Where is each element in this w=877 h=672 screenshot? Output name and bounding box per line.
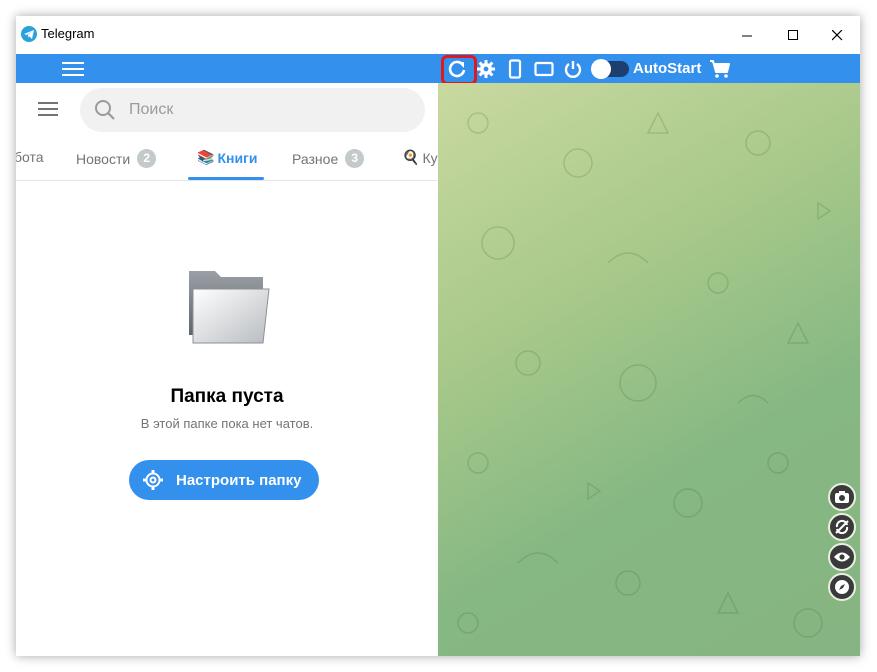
gear-icon <box>143 470 163 490</box>
books-emoji-icon: 📚 <box>197 149 215 165</box>
autostart-label: AutoStart <box>633 60 702 77</box>
title-bar: Telegram <box>16 16 860 54</box>
cooking-emoji-icon: 🍳 <box>402 149 420 165</box>
doodle-pattern <box>457 111 832 638</box>
search-placeholder: Поиск <box>129 101 174 118</box>
tab-label: бота <box>16 149 44 165</box>
toolbar-icons: AutoStart <box>444 54 736 83</box>
tab-label: Книги <box>217 149 258 166</box>
phone-icon[interactable] <box>502 56 528 82</box>
empty-folder-title: Папка пуста <box>170 386 284 407</box>
configure-folder-button[interactable]: Настроить папку <box>129 460 319 500</box>
extension-toolbar: AutoStart <box>16 54 860 85</box>
tab-books[interactable]: 📚 Книги <box>197 149 257 166</box>
tab-label: Ку <box>422 149 438 166</box>
search-input[interactable]: Поиск <box>80 88 425 132</box>
tab-label: Разное <box>292 150 339 167</box>
empty-folder-icon <box>189 271 270 344</box>
window-title: Telegram <box>41 26 95 41</box>
power-icon[interactable] <box>560 56 586 82</box>
tablet-icon[interactable] <box>531 56 557 82</box>
empty-folder-subtitle: В этой папке пока нет чатов. <box>140 416 314 431</box>
main-menu-button[interactable] <box>38 102 58 118</box>
side-buttons <box>828 483 856 603</box>
minimize-button[interactable] <box>724 16 770 54</box>
tab-bots[interactable]: бота <box>16 149 44 165</box>
telegram-logo-icon <box>21 26 37 42</box>
tab-label: Новости <box>76 150 131 167</box>
configure-folder-label: Настроить папку <box>176 471 302 489</box>
active-tab-indicator <box>188 177 264 180</box>
compass-icon[interactable] <box>828 573 856 601</box>
camera-icon[interactable] <box>828 483 856 511</box>
tab-cooking[interactable]: 🍳 Ку <box>402 149 438 166</box>
toolbar-menu-icon[interactable] <box>62 62 84 76</box>
chat-list-panel: Поиск бота Новости 2 📚 Книги Разное 3 🍳 … <box>16 83 438 656</box>
tab-misc[interactable]: Разное 3 <box>292 149 365 168</box>
search-icon <box>95 100 115 120</box>
chat-background <box>438 83 860 656</box>
refresh-icon[interactable] <box>444 56 470 82</box>
gear-icon[interactable] <box>473 56 499 82</box>
folder-tabs: бота Новости 2 📚 Книги Разное 3 🍳 Ку <box>16 138 438 181</box>
no-rotate-icon[interactable] <box>828 513 856 541</box>
telegram-window: Telegram AutoStart Поиск бота Новости 2 … <box>16 16 860 656</box>
cart-icon[interactable] <box>707 56 733 82</box>
tab-news[interactable]: Новости 2 <box>76 149 157 168</box>
unread-badge: 3 <box>345 149 365 168</box>
eye-icon[interactable] <box>828 543 856 571</box>
autostart-toggle[interactable] <box>591 58 629 79</box>
close-button[interactable] <box>814 16 860 54</box>
maximize-button[interactable] <box>770 16 816 54</box>
unread-badge: 2 <box>137 149 157 168</box>
